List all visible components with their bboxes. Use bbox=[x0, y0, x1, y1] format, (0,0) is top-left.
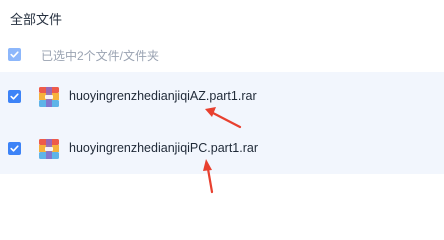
selection-count-label: 已选中2个文件/文件夹 bbox=[41, 49, 160, 63]
checkmark-icon bbox=[10, 51, 19, 58]
rar-archive-icon bbox=[39, 87, 59, 107]
rar-archive-icon bbox=[39, 139, 59, 159]
checkmark-icon bbox=[10, 145, 19, 152]
select-all-checkbox[interactable] bbox=[8, 48, 21, 61]
file-row[interactable]: huoyingrenzhedianjiqiAZ.part1.rar bbox=[0, 72, 444, 120]
file-name[interactable]: huoyingrenzhedianjiqiPC.part1.rar bbox=[69, 141, 258, 155]
file-row[interactable]: huoyingrenzhedianjiqiPC.part1.rar bbox=[0, 124, 444, 172]
file-checkbox[interactable] bbox=[8, 142, 21, 155]
file-name[interactable]: huoyingrenzhedianjiqiAZ.part1.rar bbox=[69, 89, 257, 103]
checkmark-icon bbox=[10, 93, 19, 100]
file-checkbox[interactable] bbox=[8, 90, 21, 103]
select-all-bar: 已选中2个文件/文件夹 bbox=[0, 44, 444, 66]
page-title: 全部文件 bbox=[10, 12, 63, 27]
file-list: huoyingrenzhedianjiqiAZ.part1.rar huoyin… bbox=[0, 72, 444, 174]
